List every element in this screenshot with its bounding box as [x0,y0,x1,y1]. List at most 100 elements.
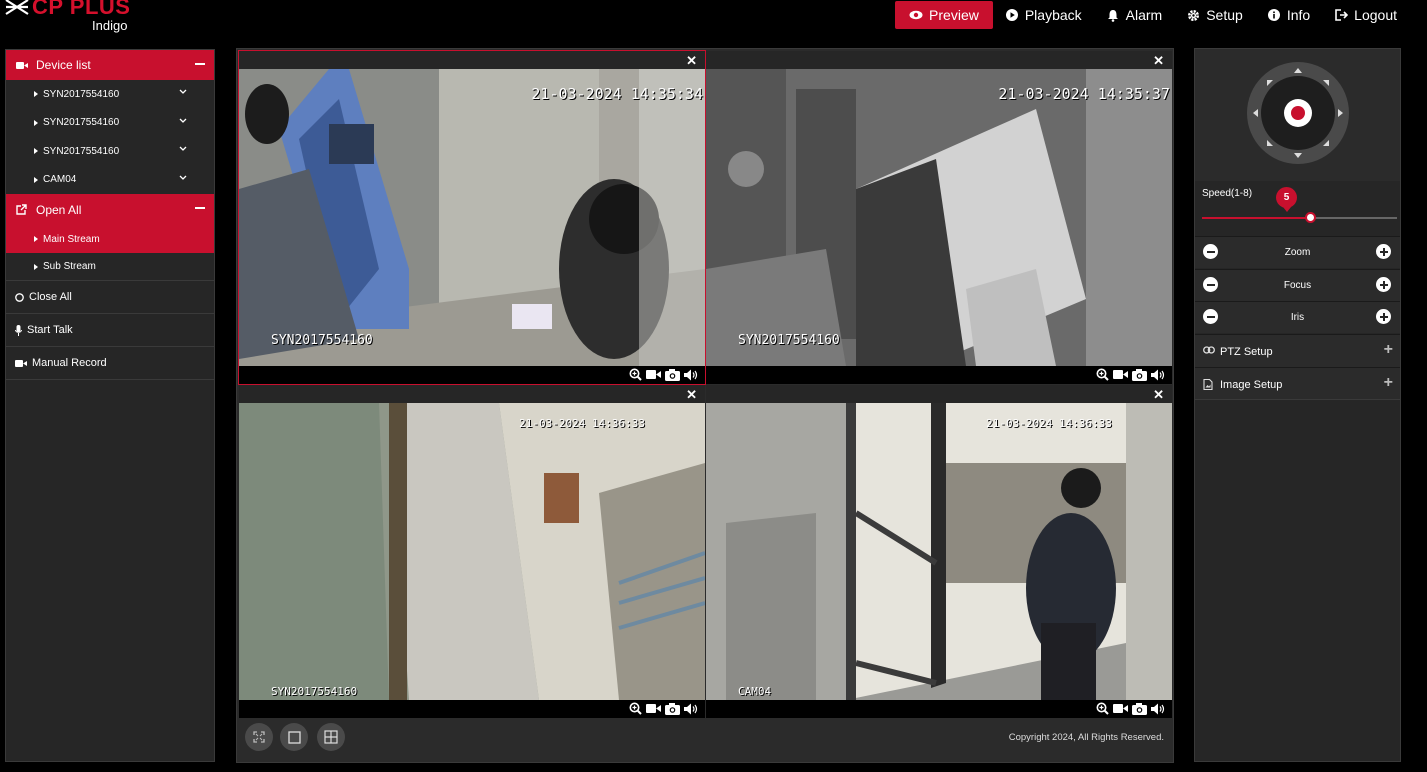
device-label: SYN2017554160 [43,145,120,157]
ptz-center-button-icon[interactable] [1284,99,1312,127]
close-icon[interactable]: ✕ [1153,53,1164,69]
speed-slider-thumb[interactable] [1305,212,1316,223]
image-setup-row[interactable]: Image Setup + [1195,367,1400,400]
camera-label: SYN2017554160 [271,333,373,348]
collapse-icon[interactable] [195,207,205,209]
top-navigation: Preview Playback Alarm Setup Info Logout [895,1,1409,29]
snapshot-icon[interactable] [665,702,680,715]
snapshot-icon[interactable] [1132,368,1147,381]
camera-timestamp: 21-03-2024 14:36:33 [986,417,1112,430]
iris-control: Iris [1195,301,1400,333]
record-icon[interactable] [1113,703,1128,714]
zoom-label: Zoom [1284,247,1311,258]
nav-alarm[interactable]: Alarm [1094,1,1175,29]
play-circle-icon [1005,8,1019,22]
nav-preview[interactable]: Preview [895,1,993,29]
device-item[interactable]: CAM04 [6,166,214,195]
expand-plus-icon[interactable]: + [1384,375,1393,391]
zoom-control: Zoom [1195,236,1400,268]
start-talk-button[interactable]: Start Talk [6,314,214,347]
audio-icon[interactable] [684,703,699,715]
chevron-down-icon[interactable] [179,118,187,124]
image-file-icon [1203,379,1213,390]
video-grid: ✕ 21-03-2024 14:35:34 SYN2017554160 ✕ 21… [236,48,1174,763]
speed-slider-fill [1202,217,1310,219]
close-icon[interactable]: ✕ [686,387,697,403]
camera-feed[interactable]: 21-03-2024 14:36:33 SYN2017554160 [239,403,705,700]
single-layout-icon [287,730,301,744]
device-item[interactable]: SYN2017554160 [6,109,214,138]
link-icon [1203,346,1215,354]
device-item[interactable]: SYN2017554160 [6,137,214,166]
left-sidebar: Device list SYN2017554160 SYN2017554160 … [5,49,215,762]
camera-feed[interactable]: 21-03-2024 14:35:34 SYN2017554160 [239,69,705,366]
iris-open-button[interactable] [1376,309,1391,324]
caret-right-icon [34,263,38,270]
stream-label: Main Stream [43,233,100,245]
camera-cell[interactable]: ✕ 21-03-2024 14:35:37 SYN2017554160 [706,51,1172,384]
nav-setup[interactable]: Setup [1174,1,1255,29]
fullscreen-button[interactable] [245,723,273,751]
chevron-down-icon[interactable] [179,146,187,152]
nav-info[interactable]: Info [1255,1,1322,29]
close-icon[interactable]: ✕ [1153,387,1164,403]
expand-plus-icon[interactable]: + [1384,342,1393,358]
nav-logout-label: Logout [1354,7,1397,23]
manual-record-button[interactable]: Manual Record [6,347,214,380]
nav-playback-label: Playback [1024,7,1082,23]
video-camera-icon [16,61,30,70]
camera-timestamp: 21-03-2024 14:36:33 [519,417,645,430]
record-icon[interactable] [646,369,661,380]
camera-feed[interactable]: 21-03-2024 14:35:37 SYN2017554160 [706,69,1172,366]
nav-logout[interactable]: Logout [1322,1,1409,29]
snapshot-icon[interactable] [665,368,680,381]
snapshot-icon[interactable] [1132,702,1147,715]
video-camera-icon [15,359,27,368]
zoom-icon[interactable] [1096,368,1109,381]
nav-alarm-label: Alarm [1125,7,1163,23]
stream-main[interactable]: Main Stream [6,225,214,253]
close-icon[interactable]: ✕ [686,53,697,69]
brand-logo: CP PLUS Indigo [4,0,144,36]
zoom-icon[interactable] [629,368,642,381]
device-list-header[interactable]: Device list [6,50,214,80]
focus-in-button[interactable] [1376,277,1391,292]
caret-right-icon [34,176,38,183]
camera-cell[interactable]: ✕ 21-03-2024 14:36:33 CAM04 [706,385,1172,718]
camera-cell[interactable]: ✕ 21-03-2024 14:36:33 SYN2017554160 [239,385,705,718]
camera-feed[interactable]: 21-03-2024 14:36:33 CAM04 [706,403,1172,700]
stream-sub[interactable]: Sub Stream [6,253,214,281]
ptz-setup-label: PTZ Setup [1220,346,1273,358]
audio-icon[interactable] [684,369,699,381]
record-icon[interactable] [646,703,661,714]
camera-label: SYN2017554160 [738,333,840,348]
logout-icon [1334,8,1348,22]
ptz-setup-row[interactable]: PTZ Setup + [1195,334,1400,367]
collapse-icon[interactable] [195,63,205,65]
nav-playback[interactable]: Playback [993,1,1094,29]
iris-label: Iris [1290,312,1305,323]
close-all-button[interactable]: Close All [6,281,214,314]
chevron-down-icon[interactable] [179,89,187,95]
camera-cell[interactable]: ✕ 21-03-2024 14:35:34 SYN2017554160 [238,50,706,385]
audio-icon[interactable] [1151,703,1166,715]
camera-label: SYN2017554160 [271,685,358,698]
device-item[interactable]: SYN2017554160 [6,80,214,109]
speed-slider[interactable] [1202,212,1397,223]
chevron-down-icon[interactable] [179,175,187,181]
external-link-icon [16,204,30,215]
caret-right-icon [34,91,38,98]
caret-right-icon [34,148,38,155]
open-all-header[interactable]: Open All [6,194,214,225]
audio-icon[interactable] [1151,369,1166,381]
focus-control: Focus [1195,269,1400,301]
zoom-in-button[interactable] [1376,244,1391,259]
cell-toolbar [239,366,705,384]
record-icon[interactable] [1113,369,1128,380]
info-icon [1267,8,1281,22]
ptz-direction-pad [1195,49,1400,181]
stream-label: Sub Stream [43,261,96,272]
single-view-button[interactable] [280,723,308,751]
device-label: SYN2017554160 [43,117,120,129]
quad-view-button[interactable] [317,723,345,751]
